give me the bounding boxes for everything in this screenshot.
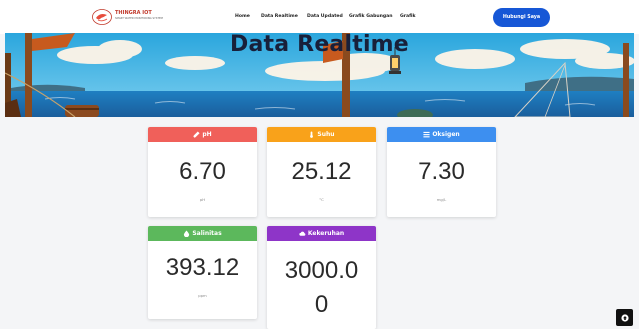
nav-link-data-updated[interactable]: Data Updated [307,14,343,19]
card-unit: mg/L [436,197,447,202]
sensor-card-salinitas: Salinitas 393.12 ppm [148,226,257,319]
card-label: Oksigen [432,131,460,138]
sensor-card-suhu: Suhu 25.12 °C [267,127,376,217]
hero-banner: Data Realtime [5,33,634,117]
nav-link-grafik[interactable]: Grafik [400,14,416,19]
top-navbar: THINGRA IOT SMART WATER MONITORING SYSTE… [0,0,639,34]
bars-icon [423,131,430,138]
sensor-card-kekeruhan: Kekeruhan 3000.00 [267,226,376,329]
card-value: 393.12 [165,254,240,281]
card-label: Suhu [317,131,335,138]
card-value: 7.30 [418,158,465,185]
card-header-ph: pH [148,127,257,142]
page-title: Data Realtime [230,33,409,57]
arrow-up-icon [620,313,629,322]
card-label: Salinitas [192,230,222,237]
nav-link-grafik-gabungan[interactable]: Grafik Gabungan [349,14,393,19]
shrimp-logo-icon [92,9,112,25]
card-unit: ppm [198,293,207,298]
card-header-suhu: Suhu [267,127,376,142]
card-header-kekeruhan: Kekeruhan [267,226,376,241]
sensor-card-ph: pH 6.70 pH [148,127,257,217]
cloud-icon [299,231,306,236]
drop-icon [184,230,190,237]
card-header-oksigen: Oksigen [387,127,496,142]
card-value: 25.12 [291,158,352,185]
card-label: pH [202,131,212,138]
brand-logo[interactable]: THINGRA IOT SMART WATER MONITORING SYSTE… [92,8,167,26]
card-label: Kekeruhan [307,230,345,237]
contact-button[interactable]: Hubungi Saya [493,8,550,27]
card-header-salinitas: Salinitas [148,226,257,241]
card-value: 3000.00 [284,257,359,318]
nav-link-data-realtime[interactable]: Data Realtime [261,14,298,19]
scroll-to-top-button[interactable] [616,309,633,326]
brand-subtitle: SMART WATER MONITORING SYSTEM [115,17,163,20]
flask-icon [193,131,200,138]
card-unit: pH [199,197,206,202]
card-value: 6.70 [179,158,226,185]
brand-name: THINGRA IOT [115,10,152,16]
sensor-card-oksigen: Oksigen 7.30 mg/L [387,127,496,217]
card-unit: °C [319,197,324,202]
thermometer-icon [310,131,314,138]
nav-link-home[interactable]: Home [235,14,250,19]
